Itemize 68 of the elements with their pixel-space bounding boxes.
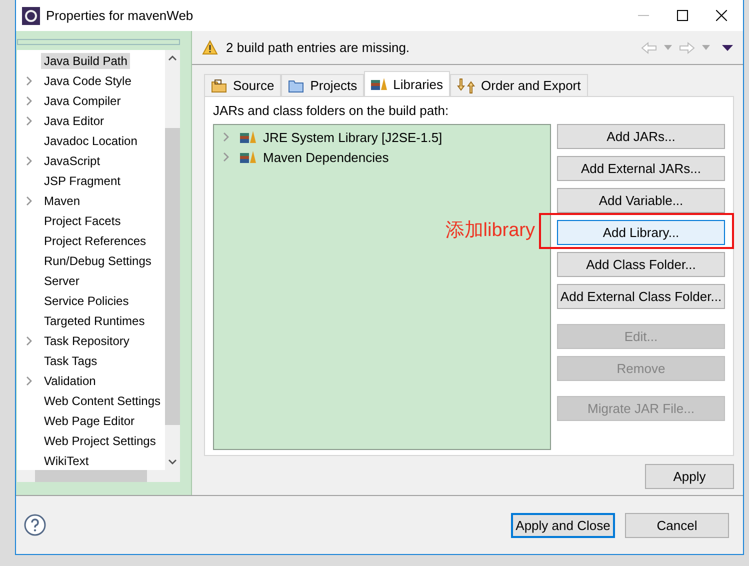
chevron-icon[interactable] — [26, 336, 33, 346]
forward-arrow-icon[interactable] — [679, 42, 695, 54]
apply-button[interactable]: Apply — [645, 464, 734, 489]
sidebar-item[interactable]: WikiText — [41, 453, 92, 469]
sidebar-item[interactable]: Web Project Settings — [41, 433, 159, 449]
dialog-button[interactable]: Apply and Close — [511, 512, 615, 538]
maximize-icon[interactable] — [677, 10, 688, 21]
folder-icon — [211, 78, 227, 92]
chevron-icon[interactable] — [222, 132, 231, 142]
tab[interactable]: Source — [204, 74, 282, 96]
sidebar-item[interactable]: Server — [41, 273, 82, 289]
tab[interactable]: Projects — [281, 74, 364, 96]
section-label: JARs and class folders on the build path: — [213, 103, 449, 118]
sidebar-item[interactable]: JSP Fragment — [41, 173, 124, 189]
sidebar-item[interactable]: Web Page Editor — [41, 413, 138, 429]
sidebar-item[interactable]: Service Policies — [41, 293, 132, 309]
push-button[interactable]: Add Class Folder... — [557, 252, 725, 277]
folder-icon — [288, 78, 304, 92]
chevron-icon[interactable] — [26, 376, 33, 386]
sidebar-item[interactable]: Web Content Settings — [41, 393, 164, 409]
back-arrow-icon[interactable] — [641, 42, 657, 54]
sidebar-item[interactable]: Java Compiler — [41, 93, 124, 109]
sidebar-item[interactable]: Task Repository — [41, 333, 132, 349]
sidebar-item[interactable]: Validation — [41, 373, 99, 389]
sidebar-item[interactable]: Java Code Style — [41, 73, 134, 89]
scrollbar[interactable] — [17, 470, 180, 482]
tab[interactable]: Libraries — [364, 71, 450, 96]
filter-field[interactable] — [17, 39, 180, 45]
sidebar-item[interactable]: Run/Debug Settings — [41, 253, 154, 269]
close-icon[interactable] — [716, 10, 727, 21]
sidebar-item[interactable]: Task Tags — [41, 353, 100, 369]
app-icon — [22, 6, 40, 24]
sidebar-item[interactable]: Project References — [41, 233, 150, 249]
library-icon — [240, 130, 256, 144]
sidebar-item[interactable]: Project Facets — [41, 213, 124, 229]
window-title: Properties for mavenWeb — [46, 8, 194, 23]
chevron-icon[interactable] — [222, 152, 231, 162]
scroll-down-icon[interactable] — [168, 459, 177, 465]
sidebar-item[interactable]: Javadoc Location — [41, 133, 140, 149]
library-entry[interactable]: Maven Dependencies — [263, 150, 389, 164]
push-button[interactable]: Add Variable... — [557, 188, 725, 213]
dropdown-icon[interactable] — [702, 45, 710, 50]
sidebar-item[interactable]: Java Build Path — [41, 53, 130, 69]
library-icon — [371, 77, 388, 91]
annotation-text: 添加library — [445, 219, 535, 243]
push-button[interactable]: Add JARs... — [557, 124, 725, 149]
dropdown-icon[interactable] — [664, 45, 672, 50]
help-icon[interactable] — [24, 514, 46, 536]
warning-icon — [202, 40, 218, 55]
library-entry[interactable]: JRE System Library [J2SE-1.5] — [263, 130, 442, 144]
library-icon — [240, 150, 256, 164]
dialog-button[interactable]: Cancel — [625, 512, 729, 538]
chevron-icon[interactable] — [26, 156, 33, 166]
chevron-icon[interactable] — [26, 196, 33, 206]
sidebar-item[interactable]: JavaScript — [41, 153, 104, 169]
minimize-icon[interactable] — [638, 14, 649, 16]
arrows-icon — [457, 78, 476, 94]
sidebar-item[interactable]: Targeted Runtimes — [41, 313, 148, 329]
push-button[interactable]: Add External JARs... — [557, 156, 725, 181]
sidebar-item[interactable]: Maven — [41, 193, 84, 209]
sidebar-item[interactable]: Java Editor — [41, 113, 108, 129]
scroll-up-icon[interactable] — [168, 55, 177, 61]
scrollbar[interactable] — [165, 50, 180, 470]
message-text: 2 build path entries are missing. — [226, 40, 410, 55]
menu-icon[interactable] — [722, 44, 733, 50]
push-button[interactable]: Add Library... — [557, 220, 725, 245]
push-button[interactable]: Add External Class Folder... — [557, 284, 725, 309]
tab[interactable]: Order and Export — [450, 74, 588, 96]
